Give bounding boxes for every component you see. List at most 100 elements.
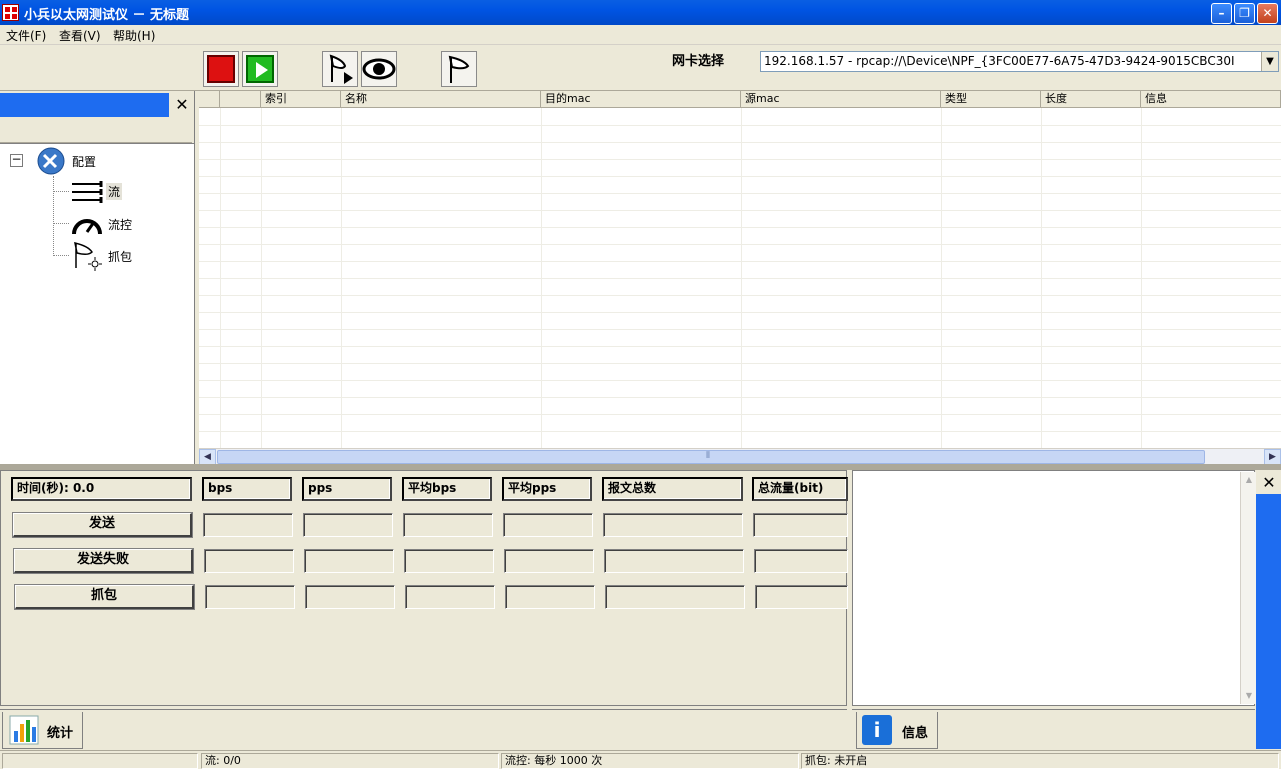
nic-label: 网卡选择	[672, 54, 725, 69]
col-header-name[interactable]: 名称	[341, 91, 541, 108]
capture-avg-bps	[405, 585, 495, 609]
stop-button[interactable]	[203, 51, 239, 87]
stop-icon	[207, 55, 235, 83]
col-header-src-mac[interactable]: 源mac	[741, 91, 941, 108]
table-row[interactable]	[199, 211, 1281, 228]
capture-pps	[305, 585, 395, 609]
close-icon[interactable]: ✕	[1258, 472, 1280, 494]
capture-avg-pps	[505, 585, 595, 609]
send-pps	[303, 513, 393, 537]
fail-pps	[304, 549, 394, 573]
col-header-blank-1[interactable]	[199, 91, 220, 108]
table-row[interactable]	[199, 432, 1281, 449]
tree-item-capture[interactable]: 抓包	[108, 248, 132, 265]
tree-item-config[interactable]: 配置	[72, 153, 96, 170]
table-row[interactable]	[199, 194, 1281, 211]
title-bar: 小兵以太网测试仪 － 无标题 – ❐ ✕	[0, 0, 1281, 25]
tab-info[interactable]: i 信息	[856, 712, 938, 749]
info-icon: i	[862, 715, 892, 745]
net-icon	[448, 55, 470, 83]
table-row[interactable]	[199, 279, 1281, 296]
app-icon[interactable]	[2, 4, 19, 21]
table-row[interactable]	[199, 381, 1281, 398]
status-flowcontrol: 流控: 每秒 1000 次	[501, 753, 799, 769]
info-text-area[interactable]	[852, 470, 1255, 706]
table-row[interactable]	[199, 398, 1281, 415]
menu-help[interactable]: 帮助(H)	[113, 27, 155, 44]
close-button[interactable]: ✕	[1257, 3, 1278, 24]
table-row[interactable]	[199, 160, 1281, 177]
table-row[interactable]	[199, 262, 1281, 279]
table-row[interactable]	[199, 245, 1281, 262]
send-avg-pps	[503, 513, 593, 537]
tab-info-label: 信息	[902, 726, 929, 741]
col-header-length[interactable]: 长度	[1041, 91, 1141, 108]
row-send-fail-button[interactable]: 发送失败	[13, 548, 194, 574]
view-capture-button[interactable]	[361, 51, 397, 87]
config-tree[interactable]: − 配置 流 流控 抓包	[0, 143, 194, 465]
info-vscrollbar[interactable]: ▲ ▼	[1240, 472, 1256, 704]
close-icon[interactable]: ✕	[171, 94, 193, 116]
scroll-thumb[interactable]: ⦀	[217, 450, 1205, 464]
table-row[interactable]	[199, 415, 1281, 432]
window-title: 小兵以太网测试仪 － 无标题	[24, 8, 190, 23]
table-row[interactable]	[199, 347, 1281, 364]
tree-collapse-toggle[interactable]: −	[10, 153, 23, 167]
column-divider	[941, 108, 942, 448]
stat-header-time: 时间(秒): 0.0	[11, 477, 192, 501]
table-row[interactable]	[199, 126, 1281, 143]
scroll-up-icon[interactable]: ▲	[1242, 472, 1256, 488]
maximize-button[interactable]: ❐	[1234, 3, 1255, 24]
col-header-type[interactable]: 类型	[941, 91, 1041, 108]
tree-item-flow[interactable]: 流	[106, 183, 123, 200]
col-header-blank-2[interactable]	[220, 91, 261, 108]
chevron-down-icon[interactable]: ▼	[1261, 52, 1278, 71]
send-packets	[603, 513, 743, 537]
menu-file[interactable]: 文件(F)	[6, 27, 46, 44]
table-row[interactable]	[199, 313, 1281, 330]
capture-total-bits	[755, 585, 848, 609]
packet-grid[interactable]: 索引 名称 目的mac 源mac 类型 长度 信息	[199, 91, 1281, 464]
fail-avg-pps	[504, 549, 594, 573]
side-caption-bar	[1256, 494, 1281, 749]
grip-icon: ⦀	[706, 451, 710, 461]
scroll-down-icon[interactable]: ▼	[1242, 688, 1256, 704]
table-row[interactable]	[199, 228, 1281, 245]
eye-icon	[362, 58, 396, 80]
row-send-button[interactable]: 发送	[12, 512, 193, 538]
table-row[interactable]	[199, 296, 1281, 313]
table-row[interactable]	[199, 177, 1281, 194]
info-tab-bar: i 信息	[852, 709, 1255, 749]
scroll-left-icon[interactable]: ◀	[199, 449, 216, 465]
table-row[interactable]	[199, 364, 1281, 381]
status-flow: 流: 0/0	[201, 753, 499, 769]
panel-caption	[0, 93, 169, 117]
table-row[interactable]	[199, 109, 1281, 126]
start-button[interactable]	[242, 51, 278, 87]
menu-view[interactable]: 查看(V)	[59, 27, 101, 44]
grid-hscrollbar[interactable]: ◀ ⦀ ▶	[199, 448, 1281, 465]
tree-item-flowcontrol[interactable]: 流控	[108, 216, 132, 233]
status-capture: 抓包: 未开启	[801, 753, 1279, 769]
column-divider	[341, 108, 342, 448]
minimize-button[interactable]: –	[1211, 3, 1232, 24]
col-header-info[interactable]: 信息	[1141, 91, 1281, 108]
stats-panel: 时间(秒): 0.0 bps pps 平均bps 平均pps 报文总数 总流量(…	[0, 470, 848, 706]
table-row[interactable]	[199, 330, 1281, 347]
col-header-dst-mac[interactable]: 目的mac	[541, 91, 741, 108]
column-divider	[1141, 108, 1142, 448]
column-divider	[261, 108, 262, 448]
nic-select[interactable]: 192.168.1.57 - rpcap://\Device\NPF_{3FC0…	[760, 51, 1279, 72]
table-row[interactable]	[199, 143, 1281, 160]
nic-select-value: 192.168.1.57 - rpcap://\Device\NPF_{3FC0…	[764, 54, 1235, 68]
col-header-index[interactable]: 索引	[261, 91, 341, 108]
stat-header-total-bits: 总流量(bit)	[752, 477, 848, 501]
grid-header: 索引 名称 目的mac 源mac 类型 长度 信息	[199, 91, 1281, 108]
scroll-right-icon[interactable]: ▶	[1264, 449, 1281, 465]
row-capture-button[interactable]: 抓包	[14, 584, 195, 610]
capture-button[interactable]	[441, 51, 477, 87]
toolbar: 网卡选择 192.168.1.57 - rpcap://\Device\NPF_…	[0, 45, 1281, 91]
capture-start-button[interactable]	[322, 51, 358, 87]
gauge-icon	[72, 219, 102, 235]
tab-stats[interactable]: 统计	[2, 712, 83, 749]
